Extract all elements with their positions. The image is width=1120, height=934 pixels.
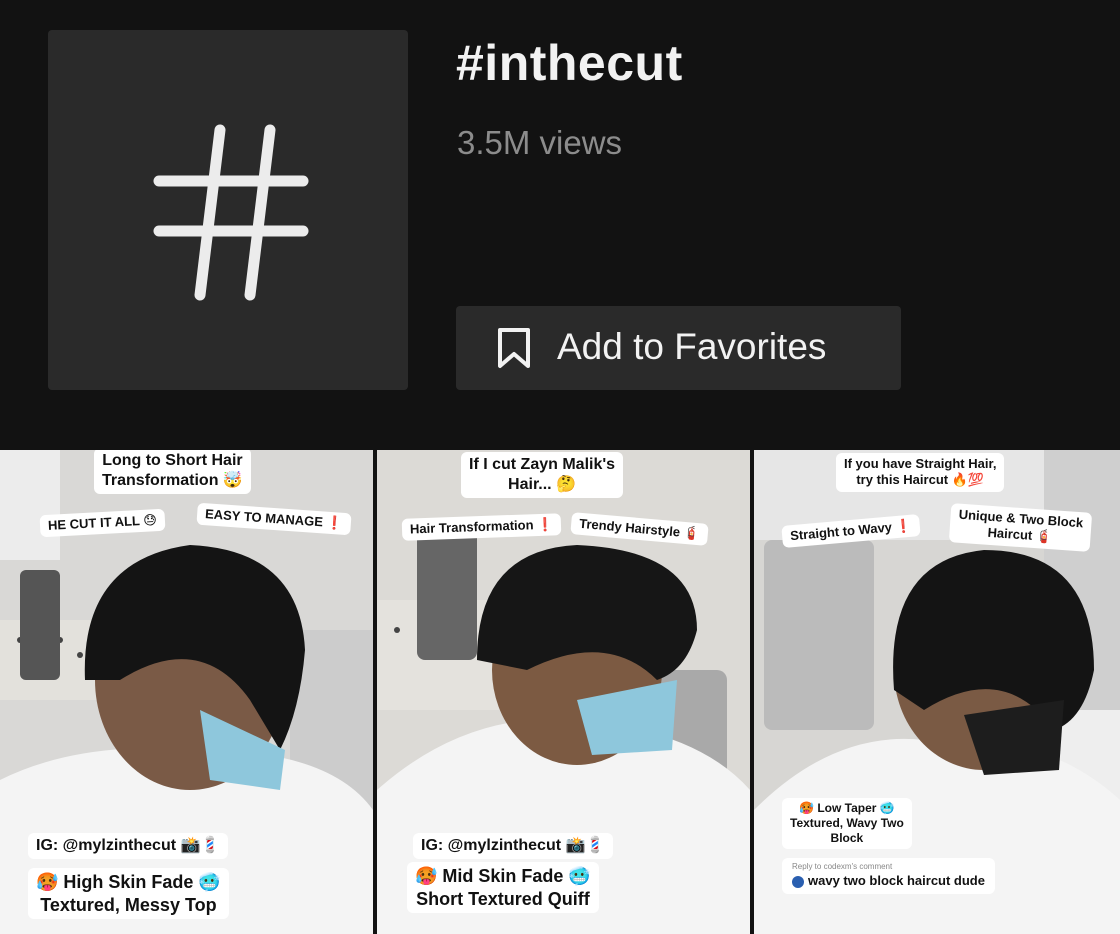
video-ig-handle: IG: @mylzinthecut 📸💈 <box>413 833 614 859</box>
video-thumbnail[interactable]: Long to Short Hair Transformation 🤯 HE CU… <box>0 450 373 934</box>
hashtag-header: #inthecut 3.5M views Add to Favorites <box>0 0 1120 450</box>
reply-comment-sticker: Reply to codexm's comment wavy two block… <box>782 858 995 894</box>
video-caption-top: If I cut Zayn Malik's Hair... 🤔 <box>461 452 624 498</box>
hashtag-icon <box>153 124 309 301</box>
video-thumbnail[interactable]: If you have Straight Hair, try this Hairc… <box>754 450 1120 934</box>
video-style-caption: 🥵 Mid Skin Fade 🥶 Short Textured Quiff <box>407 862 599 913</box>
reply-text-row: wavy two block haircut dude <box>792 873 985 888</box>
video-style-caption: 🥵 Low Taper 🥶 Textured, Wavy Two Block <box>782 798 912 849</box>
video-ig-handle: IG: @mylzinthecut 📸💈 <box>28 833 229 859</box>
view-count: 3.5M views <box>457 124 623 161</box>
video-thumbnail[interactable]: If I cut Zayn Malik's Hair... 🤔 Hair Tran… <box>377 450 750 934</box>
hashtag-cover <box>48 30 408 390</box>
reply-text: wavy two block haircut dude <box>808 873 985 888</box>
video-grid: Long to Short Hair Transformation 🤯 HE CU… <box>0 450 1120 934</box>
add-to-favorites-button[interactable]: Add to Favorites <box>456 306 901 390</box>
video-caption-top: If you have Straight Hair, try this Hairc… <box>836 453 1005 492</box>
commenter-avatar <box>792 875 804 888</box>
video-caption-top: Long to Short Hair Transformation 🤯 <box>94 450 251 494</box>
add-to-favorites-label: Add to Favorites <box>557 326 827 367</box>
reply-header: Reply to codexm's comment <box>792 862 893 871</box>
hashtag-title: #inthecut <box>456 35 683 91</box>
video-style-caption: 🥵 High Skin Fade 🥶 Textured, Messy Top <box>28 868 229 919</box>
bookmark-icon <box>498 328 530 368</box>
